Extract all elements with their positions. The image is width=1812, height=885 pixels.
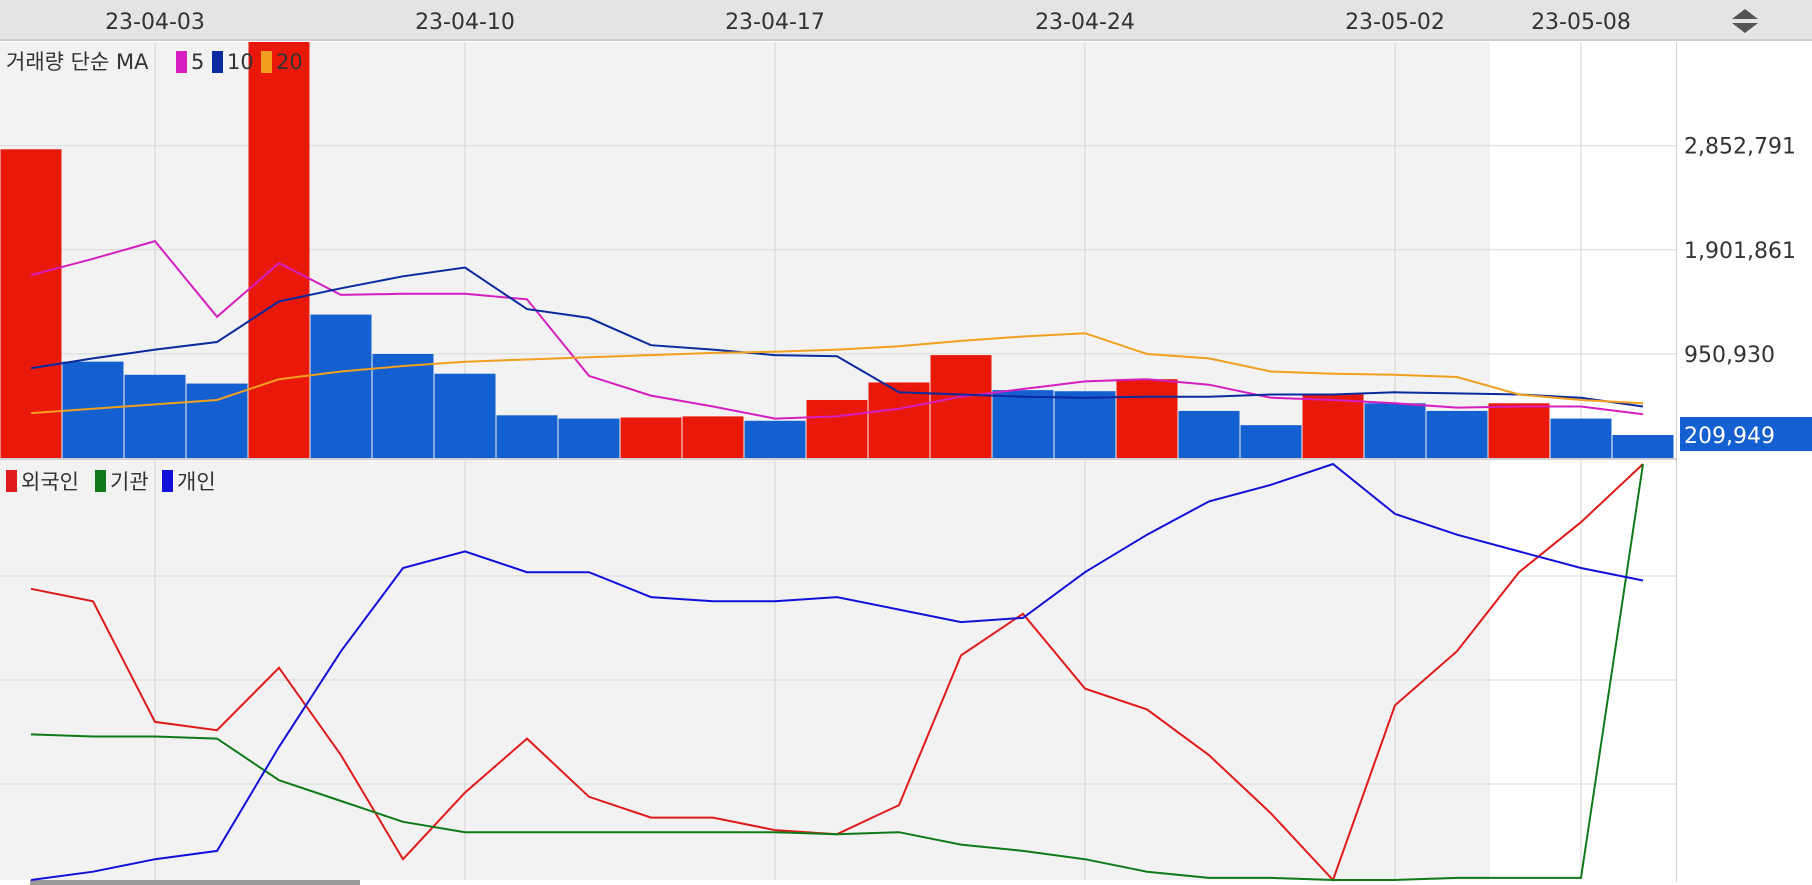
- volume-bar: [558, 418, 620, 458]
- y-axis-border: [1676, 42, 1677, 882]
- date-tick-label: 23-04-17: [725, 10, 825, 35]
- date-axis-bottom-line: [0, 39, 1812, 41]
- volume-bar: [1116, 379, 1178, 458]
- legend-label: 10: [227, 50, 254, 74]
- legend-swatch: [212, 51, 223, 73]
- volume-bar: [496, 415, 558, 458]
- volume-legend-title: 거래량 단순 MA: [6, 50, 149, 74]
- y-tick-label: 1,901,861: [1684, 239, 1796, 264]
- volume-bar: [744, 420, 806, 458]
- legend-swatch: [261, 51, 272, 73]
- investor-legend: 외국인 기관 개인: [6, 470, 216, 494]
- y-tick-label: 2,852,791: [1684, 135, 1796, 160]
- volume-bar: [310, 314, 372, 458]
- legend-label: 외국인: [21, 470, 79, 494]
- volume-bar: [1612, 435, 1674, 458]
- legend-swatch: [162, 470, 173, 492]
- volume-bar: [620, 417, 682, 458]
- volume-bar: [1302, 394, 1364, 458]
- stock-volume-investor-chart: 23-04-03 23-04-10 23-04-17 23-04-24 23-05-02…: [0, 0, 1812, 885]
- y-tick-label: 950,930: [1684, 343, 1775, 368]
- volume-bar: [1054, 391, 1116, 458]
- panel-separator: [0, 458, 1676, 460]
- legend-label: 기관: [110, 470, 149, 494]
- legend-swatch: [95, 470, 106, 492]
- volume-bar: [434, 373, 496, 458]
- legend-label: 5: [191, 50, 204, 74]
- legend-swatch: [6, 470, 17, 492]
- volume-bar: [1178, 410, 1240, 458]
- volume-bar: [372, 354, 434, 458]
- date-tick-label: 23-05-08: [1531, 10, 1631, 35]
- date-tick-label: 23-04-10: [415, 10, 515, 35]
- volume-bar: [682, 416, 744, 458]
- volume-bar: [930, 355, 992, 458]
- last-value-label: 209,949: [1684, 424, 1775, 449]
- investor-panel-future-area: [1490, 460, 1676, 880]
- volume-bar: [992, 390, 1054, 458]
- volume-bar: [1488, 403, 1550, 458]
- legend-label: 개인: [177, 470, 216, 494]
- volume-bar: [124, 374, 186, 458]
- volume-bar: [1550, 418, 1612, 458]
- legend-label: 20: [276, 50, 303, 74]
- chart-canvas: 23-04-03 23-04-10 23-04-17 23-04-24 23-05-02…: [0, 0, 1812, 885]
- investor-panel-background: [0, 460, 1490, 880]
- volume-bar: [1426, 410, 1488, 458]
- last-volume-badge: 209,949: [1680, 417, 1812, 452]
- date-tick-label: 23-04-24: [1035, 10, 1135, 35]
- legend-swatch: [176, 51, 187, 73]
- volume-bar: [806, 399, 868, 458]
- date-tick-label: 23-04-03: [105, 10, 205, 35]
- bottom-scrollbar[interactable]: [30, 880, 360, 885]
- volume-bar: [1364, 403, 1426, 458]
- volume-bar: [248, 42, 310, 458]
- volume-bar: [186, 383, 248, 458]
- date-tick-label: 23-05-02: [1345, 10, 1445, 35]
- volume-bar: [1240, 425, 1302, 458]
